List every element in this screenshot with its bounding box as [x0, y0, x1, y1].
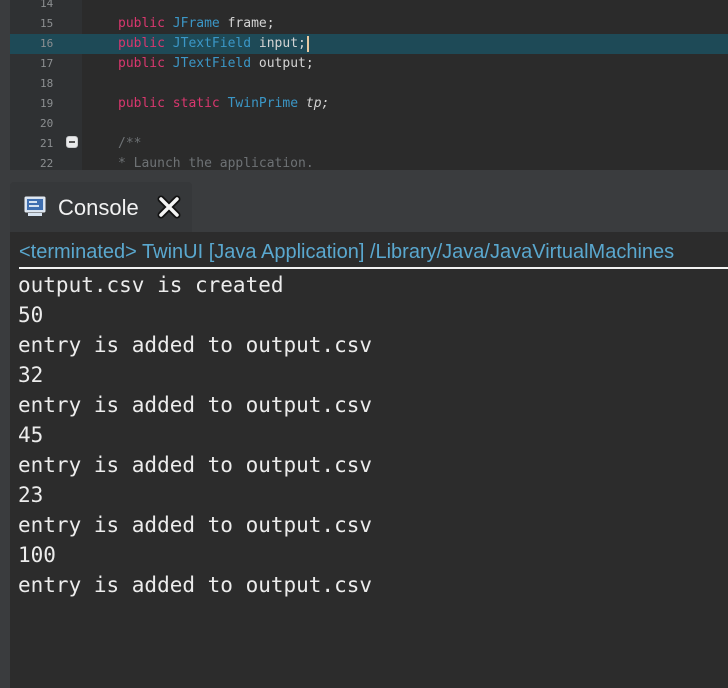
code-text: public JTextField input;	[118, 34, 309, 54]
code-editor[interactable]: 14 15 public JFrame frame; 16 public JTextFi…	[10, 0, 728, 170]
code-line[interactable]: 22 * Launch the application.	[10, 154, 728, 170]
code-token: public	[118, 36, 173, 51]
code-line[interactable]: 20	[10, 114, 728, 134]
code-token: tp;	[305, 96, 330, 111]
code-token: frame;	[227, 16, 275, 31]
console-output-line: entry is added to output.csv	[18, 393, 373, 417]
code-text: public JFrame frame;	[118, 14, 275, 34]
console-output-line: output.csv is created	[18, 273, 284, 297]
code-token: JTextField	[172, 56, 259, 71]
console-output[interactable]: output.csv is created 50 entry is added to…	[18, 270, 372, 600]
line-number: 18	[40, 77, 54, 90]
text-caret	[306, 35, 309, 52]
console-output-line: entry is added to output.csv	[18, 513, 373, 537]
code-text: /**	[118, 134, 141, 154]
console-output-line: 45	[18, 423, 44, 447]
line-number: 15	[40, 17, 54, 30]
code-line[interactable]: 19 public static TwinPrime tp;	[10, 94, 728, 114]
code-line[interactable]: 16 public JTextField input;	[10, 34, 728, 54]
code-token: public	[118, 16, 173, 31]
console-output-line: entry is added to output.csv	[18, 453, 373, 477]
code-token: /**	[118, 136, 142, 151]
code-token: * Launch the application.	[118, 156, 314, 170]
code-token: public	[118, 56, 173, 71]
console-tab-label: Console	[58, 195, 139, 220]
code-text: * Launch the application.	[118, 154, 314, 170]
console-output-line: 23	[18, 483, 44, 507]
code-token: input;	[258, 36, 306, 51]
console-icon	[24, 196, 46, 216]
console-tab[interactable]: Console	[10, 182, 192, 232]
line-number: 17	[40, 57, 54, 70]
line-number: 22	[40, 157, 54, 170]
console-status-line: <terminated> TwinUI [Java Application] /…	[19, 238, 728, 269]
console-output-line: 50	[18, 303, 44, 327]
code-line[interactable]: 17 public JTextField output;	[10, 54, 728, 74]
code-token: TwinPrime	[227, 96, 306, 111]
code-line[interactable]: 18	[10, 74, 728, 94]
code-token: JTextField	[172, 36, 259, 51]
code-text: public static TwinPrime tp;	[118, 94, 329, 114]
code-token: output;	[258, 56, 314, 71]
line-number: 16	[40, 37, 54, 50]
console-output-line: 32	[18, 363, 44, 387]
line-number: 14	[40, 0, 54, 10]
console-output-line: entry is added to output.csv	[18, 333, 373, 357]
console-panel[interactable]: <terminated> TwinUI [Java Application] /…	[10, 232, 728, 688]
close-icon[interactable]	[157, 195, 181, 219]
code-line[interactable]: 14	[10, 0, 728, 14]
code-line[interactable]: 15 public JFrame frame;	[10, 14, 728, 34]
line-number: 19	[40, 97, 54, 110]
code-token: public	[118, 96, 173, 111]
code-text: public JTextField output;	[118, 54, 314, 74]
code-token: JFrame	[172, 16, 228, 31]
code-line[interactable]: 21/**	[10, 134, 728, 154]
code-token: static	[172, 96, 228, 111]
console-output-line: entry is added to output.csv	[18, 573, 373, 597]
line-number: 20	[40, 117, 54, 130]
console-output-line: 100	[18, 543, 56, 567]
fold-collapse-icon[interactable]	[66, 136, 78, 148]
